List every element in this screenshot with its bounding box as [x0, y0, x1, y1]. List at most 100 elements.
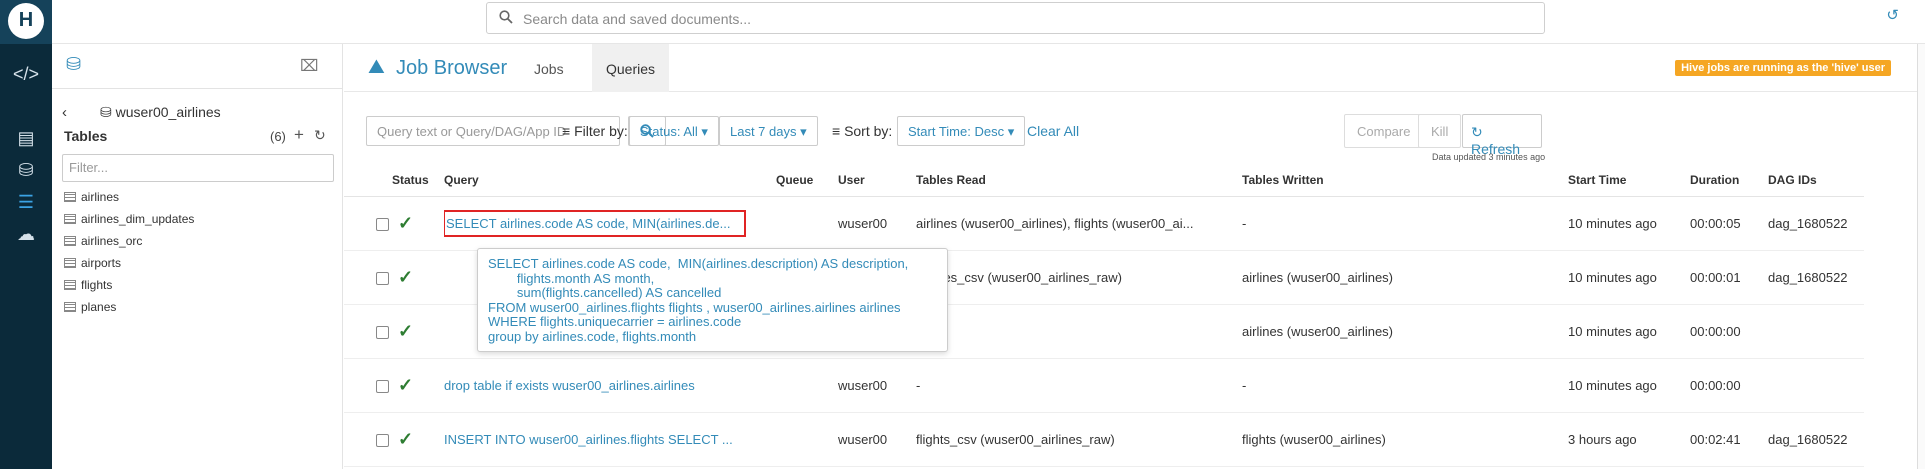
date-filter-label: Last 7 days [730, 124, 797, 139]
documents-panel-icon[interactable]: ⌧ [300, 56, 318, 76]
dag-id-cell: dag_1680522 [1768, 250, 1864, 305]
hive-user-badge: Hive jobs are running as the 'hive' user [1675, 60, 1891, 76]
query-link[interactable]: INSERT INTO wuser00_airlines.flights SEL… [444, 432, 733, 447]
filter-label: ≡ Filter by: [562, 123, 628, 139]
status-filter-dropdown[interactable]: Status: All ▾ [629, 116, 719, 146]
add-table-icon[interactable]: + [294, 125, 304, 145]
tables-read-cell: - [916, 358, 1242, 413]
refresh-tables-icon[interactable]: ↻ [314, 127, 326, 144]
tooltip-line: flights.month AS month, [488, 270, 655, 286]
database-icon[interactable]: ⛁ [66, 54, 81, 75]
kill-button[interactable]: Kill [1418, 114, 1462, 148]
back-chevron-icon[interactable]: ‹ [62, 104, 67, 121]
tab-jobs[interactable]: Jobs [520, 44, 578, 92]
table-icon [64, 258, 76, 268]
queue-cell [776, 412, 838, 467]
table-icon [64, 214, 76, 224]
table-header-row: Status Query Queue User Tables Read Tabl… [344, 164, 1864, 197]
success-check-icon: ✓ [398, 374, 414, 395]
start-time-cell: 10 minutes ago [1568, 250, 1690, 305]
table-filter-input[interactable]: Filter... [62, 154, 334, 182]
page-scrollbar[interactable] [1917, 44, 1925, 469]
table-name: airlines_dim_updates [81, 212, 195, 226]
tooltip-line: sum(flights.cancelled) AS cancelled [488, 285, 722, 300]
table-item[interactable]: airlines_orc [64, 234, 194, 256]
tooltip-line: WHERE flights.uniquecarrier = airlines.c… [488, 314, 742, 329]
column-header[interactable]: Queue [776, 164, 838, 197]
table-row[interactable]: ✓ SELECT airlines.code AS code, MIN(airl… [344, 196, 1864, 251]
editor-icon[interactable]: </> [0, 64, 52, 85]
tables-read-cell [916, 304, 1242, 359]
database-icon[interactable]: ⛁ [0, 160, 52, 181]
sort-label: ≡ Sort by: [832, 123, 893, 139]
duration-cell: 00:00:01 [1690, 250, 1768, 305]
table-item[interactable]: airlines_dim_updates [64, 212, 194, 234]
table-item[interactable]: flights [64, 278, 194, 300]
duration-cell: 00:00:05 [1690, 196, 1768, 251]
upload-icon[interactable]: ☁ [0, 224, 52, 245]
tables-read-cell: flights_csv (wuser00_airlines_raw) [916, 412, 1242, 467]
query-link[interactable]: drop table if exists wuser00_airlines.ai… [444, 378, 695, 393]
tables-read-cell: airlines (wuser00_airlines), flights (wu… [916, 196, 1242, 251]
date-filter-dropdown[interactable]: Last 7 days ▾ [719, 116, 818, 146]
query-tooltip: SELECT airlines.code AS code, MIN(airlin… [477, 248, 948, 352]
table-icon [64, 192, 76, 202]
documents-icon[interactable]: ▤ [0, 128, 52, 149]
table-item[interactable]: airlines [64, 190, 194, 212]
row-checkbox[interactable] [376, 379, 389, 393]
dag-id-cell: dag_1680522 [1768, 412, 1864, 467]
column-header[interactable]: Duration [1690, 164, 1768, 197]
job-browser: ⛰ Job Browser Jobs Queries Hive jobs are… [344, 44, 1925, 469]
table-row[interactable]: ✓ INSERT INTO wuser00_airlines.flights S… [344, 412, 1864, 467]
start-time-cell: 10 minutes ago [1568, 358, 1690, 413]
tooltip-line: FROM wuser00_airlines.flights flights , … [488, 299, 901, 315]
table-item[interactable]: planes [64, 300, 194, 322]
assist-panel: ⛁ ⌧ ‹ ⛁ wuser00_airlines Tables (6) + ↻ … [52, 44, 343, 469]
sort-dropdown[interactable]: Start Time: Desc ▾ [897, 116, 1026, 146]
left-rail: H </> ▤ ⛁ ☰ ☁ [0, 0, 52, 469]
row-checkbox[interactable] [376, 325, 389, 339]
sort-value-label: Start Time: Desc [908, 124, 1005, 139]
column-header[interactable]: User [838, 164, 916, 197]
tables-heading: Tables [64, 128, 108, 144]
tables-written-cell: airlines (wuser00_airlines) [1242, 304, 1568, 359]
start-time-cell: 10 minutes ago [1568, 304, 1690, 359]
duration-cell: 00:00:00 [1690, 304, 1768, 359]
jobs-icon[interactable]: ☰ [0, 192, 52, 213]
logo-circle: H [8, 3, 44, 39]
row-checkbox[interactable] [376, 217, 389, 231]
column-header[interactable]: Status [392, 164, 444, 197]
table-name: flights [81, 278, 113, 292]
updated-timestamp: Data updated 3 minutes ago [1432, 152, 1546, 162]
column-header[interactable]: DAG IDs [1768, 164, 1864, 197]
column-header[interactable]: Start Time [1568, 164, 1690, 197]
filter-label-text: Filter by: [574, 123, 628, 139]
query-link[interactable]: SELECT airlines.code AS code, MIN(airlin… [444, 209, 747, 237]
app-logo[interactable]: H [0, 0, 52, 44]
dag-id-cell [1768, 304, 1864, 359]
column-header[interactable]: Tables Written [1242, 164, 1568, 197]
history-icon[interactable]: ↺ [1886, 6, 1899, 24]
column-header[interactable]: Tables Read [916, 164, 1242, 197]
select-column-header [344, 164, 392, 197]
success-check-icon: ✓ [398, 212, 414, 233]
table-name: airlines_orc [81, 234, 143, 248]
table-count: (6) [270, 129, 286, 144]
global-search-input[interactable]: Search data and saved documents... [486, 2, 1545, 34]
clear-all-link[interactable]: Clear All [1027, 123, 1079, 139]
table-item[interactable]: airports [64, 256, 194, 278]
refresh-button[interactable]: ↻ Refresh [1462, 114, 1542, 157]
row-checkbox[interactable] [376, 433, 389, 447]
row-checkbox[interactable] [376, 271, 389, 285]
search-icon [499, 10, 513, 24]
database-name[interactable]: ⛁ wuser00_airlines [100, 104, 221, 121]
divider [52, 88, 342, 89]
table-list: airlines airlines_dim_updates airlines_o… [64, 190, 194, 322]
tab-queries[interactable]: Queries [592, 44, 670, 92]
compare-button[interactable]: Compare [1344, 114, 1424, 148]
duration-cell: 00:02:41 [1690, 412, 1768, 467]
column-header[interactable]: Query [444, 164, 776, 197]
table-row[interactable]: ✓ drop table if exists wuser00_airlines.… [344, 358, 1864, 413]
tables-written-cell: airlines (wuser00_airlines) [1242, 250, 1568, 305]
tooltip-line: group by airlines.code, flights.month [488, 328, 697, 344]
